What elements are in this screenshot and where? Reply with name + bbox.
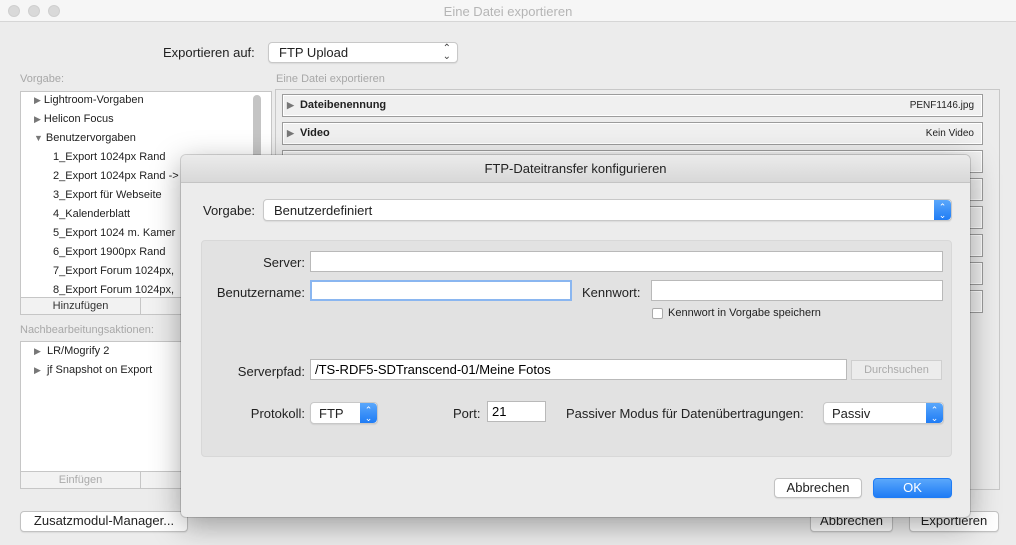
username-input[interactable] — [310, 280, 572, 301]
preset-label: Vorgabe: — [203, 203, 256, 218]
password-input[interactable] — [651, 280, 943, 301]
preset-item-label: Benutzervorgaben — [45, 132, 136, 144]
preset-item[interactable]: ▶ Lightroom-Vorgaben — [34, 94, 144, 106]
list-item[interactable]: ▶ jf Snapshot on Export — [34, 364, 152, 376]
triangle-down-icon: ▼ — [34, 133, 43, 143]
browse-button[interactable]: Durchsuchen — [851, 360, 942, 380]
preset-item-label: 1_Export 1024px Rand — [53, 151, 166, 163]
preset-item[interactable]: 4_Kalenderblatt — [53, 208, 130, 220]
plugin-manager-button[interactable]: Zusatzmodul-Manager... — [20, 511, 188, 532]
server-input[interactable] — [310, 251, 943, 272]
port-input[interactable] — [487, 401, 546, 422]
triangle-right-icon: ▶ — [287, 128, 294, 138]
section-title: Dateibenennung — [299, 99, 387, 111]
chevron-updown-icon: ⌃ ⌄ — [934, 200, 951, 220]
title-bar: Eine Datei exportieren — [0, 0, 1016, 22]
right-panel-label: Eine Datei exportieren — [276, 73, 385, 85]
preset-item[interactable]: 5_Export 1024 m. Kamer — [53, 227, 175, 239]
preset-item[interactable]: 6_Export 1900px Rand — [53, 246, 166, 258]
passive-mode-select[interactable]: Passiv ⌃ ⌄ — [823, 402, 944, 424]
server-label: Server: — [263, 255, 305, 270]
preset-item[interactable]: 7_Export Forum 1024px, — [53, 265, 174, 277]
password-label: Kennwort: — [582, 285, 641, 300]
server-path-input[interactable] — [310, 359, 847, 380]
window-title: Eine Datei exportieren — [443, 4, 573, 19]
port-label: Port: — [453, 406, 481, 421]
save-password-checkbox[interactable] — [652, 308, 663, 319]
triangle-right-icon: ▶ — [34, 346, 41, 356]
post-actions-label: Nachbearbeitungsaktionen: — [20, 324, 154, 336]
add-preset-button[interactable]: Hinzufügen — [20, 297, 141, 315]
triangle-right-icon: ▶ — [34, 95, 41, 105]
triangle-right-icon: ▶ — [287, 100, 294, 110]
passive-mode-label: Passiver Modus für Datenübertragungen: — [566, 406, 804, 421]
triangle-right-icon: ▶ — [34, 365, 41, 375]
settings-group — [201, 240, 952, 457]
ftp-dialog: FTP-Dateitransfer konfigurieren Vorgabe:… — [181, 155, 970, 517]
item-label: jf Snapshot on Export — [46, 364, 153, 376]
preset-item[interactable]: 1_Export 1024px Rand — [53, 151, 166, 163]
preset-item[interactable]: 8_Export Forum 1024px, — [53, 284, 174, 296]
username-label: Benutzername: — [216, 285, 305, 300]
item-label: LR/Mogrify 2 — [46, 345, 110, 357]
chevron-updown-icon: ⌃ ⌄ — [442, 43, 451, 62]
passive-mode-value: Passiv — [832, 406, 871, 421]
export-to-value: FTP Upload — [279, 45, 349, 60]
preset-item[interactable]: ▼ Benutzervorgaben — [34, 132, 136, 144]
chevron-updown-icon: ⌃ ⌄ — [360, 403, 377, 423]
section-video[interactable]: ▶ Video Kein Video — [282, 122, 983, 145]
export-to-select[interactable]: FTP Upload ⌃ ⌄ — [268, 42, 458, 63]
preset-item-label: 3_Export für Webseite — [53, 189, 162, 201]
preset-item-label: 6_Export 1900px Rand — [53, 246, 166, 258]
section-title: Video — [299, 127, 330, 139]
preset-item[interactable]: ▶ Helicon Focus — [34, 113, 114, 125]
protocol-select[interactable]: FTP ⌃ ⌄ — [310, 402, 378, 424]
preset-item-label: 7_Export Forum 1024px, — [53, 265, 175, 277]
ok-button[interactable]: OK — [873, 478, 952, 498]
list-item[interactable]: ▶ LR/Mogrify 2 — [34, 345, 109, 357]
protocol-label: Protokoll: — [250, 406, 305, 421]
save-password-label: Kennwort in Vorgabe speichern — [668, 307, 821, 319]
preset-item-label: 8_Export Forum 1024px, — [53, 284, 175, 296]
preset-item[interactable]: 2_Export 1024px Rand -> — [53, 170, 179, 182]
section-value: Kein Video — [925, 128, 974, 139]
chevron-updown-icon: ⌃ ⌄ — [926, 403, 943, 423]
insert-button[interactable]: Einfügen — [20, 471, 141, 489]
preset-item-label: Helicon Focus — [43, 113, 114, 125]
triangle-right-icon: ▶ — [34, 114, 41, 124]
preset-value: Benutzerdefiniert — [274, 203, 373, 218]
section-file-naming[interactable]: ▶ Dateibenennung PENF1146.jpg — [282, 94, 983, 117]
preset-select[interactable]: Benutzerdefiniert ⌃ ⌄ — [263, 199, 952, 221]
dialog-title: FTP-Dateitransfer konfigurieren — [181, 155, 970, 183]
server-path-label: Serverpfad: — [237, 364, 305, 379]
preset-item-label: Lightroom-Vorgaben — [43, 94, 144, 106]
preset-item-label: 4_Kalenderblatt — [53, 208, 131, 220]
preset-item[interactable]: 3_Export für Webseite — [53, 189, 162, 201]
preset-item-label: 2_Export 1024px Rand -> — [53, 170, 179, 182]
section-value: PENF1146.jpg — [909, 100, 974, 111]
export-to-label: Exportieren auf: — [163, 45, 255, 60]
protocol-value: FTP — [319, 406, 344, 421]
presets-label: Vorgabe: — [20, 73, 65, 85]
dialog-cancel-button[interactable]: Abbrechen — [774, 478, 862, 498]
preset-item-label: 5_Export 1024 m. Kamer — [53, 227, 176, 239]
